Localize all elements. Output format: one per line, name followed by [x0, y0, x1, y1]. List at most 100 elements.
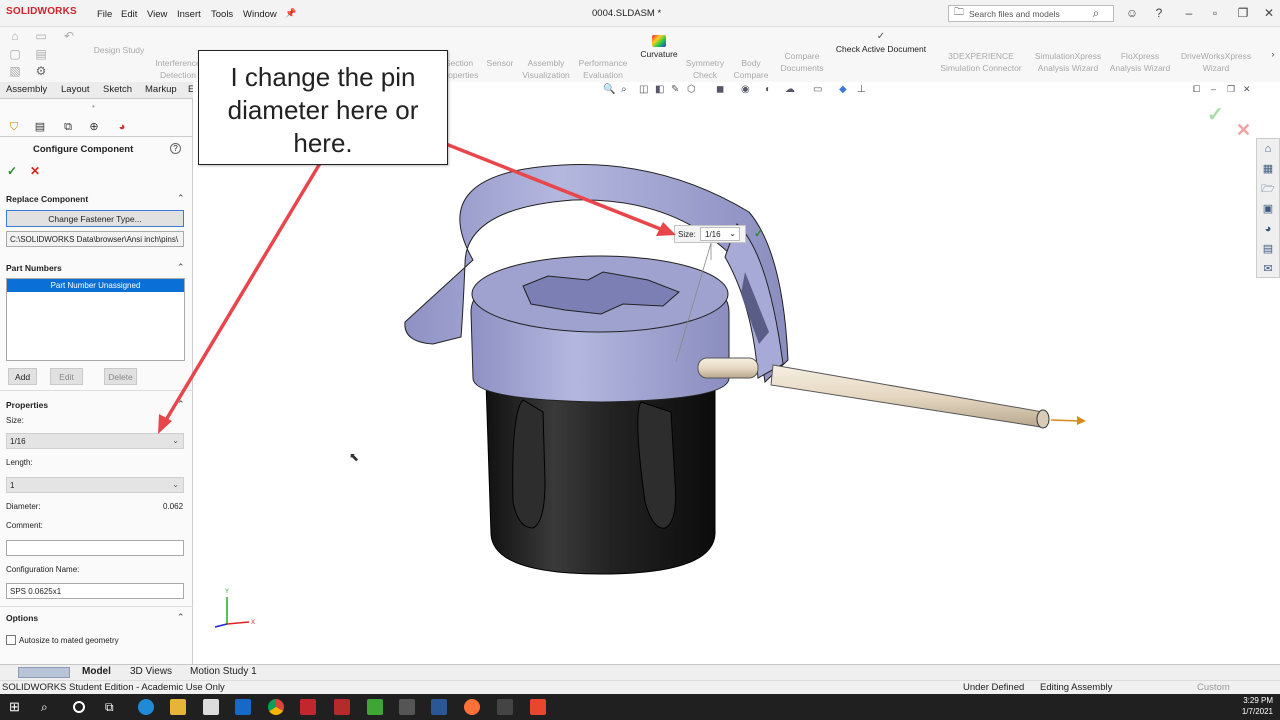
new-icon[interactable]: ▢	[8, 47, 22, 61]
home-icon[interactable]: ⌂	[8, 29, 22, 43]
cmd-compare-documents[interactable]: Compare Documents	[776, 50, 828, 74]
tab-sketch[interactable]: Sketch	[103, 84, 132, 95]
menu-view[interactable]: View	[147, 9, 167, 20]
cmd-design-study[interactable]: Design Study	[88, 44, 150, 56]
size-popup-select[interactable]: 1/16 ⌄	[700, 227, 740, 241]
cmd-check-active-document[interactable]: ✓ Check Active Document	[830, 31, 932, 55]
chrome-icon[interactable]	[268, 699, 284, 715]
fastener-path-field[interactable]: C:\SOLIDWORKS Data\browser\Ansi inch\pin…	[6, 231, 184, 247]
edge-icon[interactable]	[138, 699, 154, 715]
size-select[interactable]: 1/16 ⌄	[6, 433, 184, 449]
tab-model[interactable]: Model	[82, 666, 111, 677]
cancel-x-icon[interactable]: ✕	[30, 164, 40, 178]
cmd-symmetry-check[interactable]: Symmetry Check	[683, 57, 727, 81]
restore-doc-icon[interactable]: ❐	[1236, 6, 1250, 20]
collapse-icon[interactable]: ⌃	[177, 193, 185, 204]
collapse-icon[interactable]: ⌃	[177, 399, 185, 410]
pin-icon[interactable]: 📌	[284, 6, 298, 20]
tab-assembly[interactable]: Assembly	[6, 84, 47, 95]
user-icon[interactable]: ☺	[1125, 6, 1139, 20]
replace-component-header[interactable]: Replace Component	[6, 194, 88, 204]
save-icon[interactable]: ▭	[34, 29, 48, 43]
collapse-icon[interactable]: ⌃	[177, 612, 185, 623]
length-select[interactable]: 1 ⌄	[6, 477, 184, 493]
clock-time[interactable]: 3:29 PM	[1229, 696, 1273, 705]
part-numbers-header[interactable]: Part Numbers	[6, 263, 62, 273]
creo-icon[interactable]	[530, 699, 546, 715]
comment-field[interactable]	[6, 540, 184, 556]
cmd-curvature[interactable]: Curvature	[634, 35, 684, 60]
menu-edit[interactable]: Edit	[121, 9, 137, 20]
change-fastener-type-button[interactable]: Change Fastener Type...	[6, 210, 184, 227]
task-view-icon[interactable]: ⧉	[105, 699, 121, 715]
autosize-checkbox[interactable]	[6, 635, 16, 645]
solidworks-taskbar-icon[interactable]	[300, 699, 316, 715]
undo-icon[interactable]: ↶	[62, 29, 76, 43]
file-explorer-icon[interactable]: 🗁	[1257, 179, 1279, 199]
cmd-driveworksxpress[interactable]: DriveWorksXpress Wizard	[1176, 50, 1256, 74]
cmd-sensor[interactable]: Sensor	[484, 57, 516, 69]
edit-button[interactable]: Edit	[50, 368, 83, 385]
acrobat-icon[interactable]	[497, 699, 513, 715]
configuration-manager-icon[interactable]: ⧉	[60, 120, 76, 134]
gear-icon[interactable]: ⚙	[34, 64, 48, 78]
part-numbers-list[interactable]: Part Number Unassigned	[6, 278, 185, 361]
collapse-icon[interactable]: ⌃	[177, 262, 185, 273]
view-palette-icon[interactable]: ▣	[1257, 199, 1279, 219]
add-button[interactable]: Add	[8, 368, 37, 385]
menu-window[interactable]: Window	[243, 9, 277, 20]
store-icon[interactable]	[203, 699, 219, 715]
delete-button[interactable]: Delete	[104, 368, 137, 385]
dimxpert-icon[interactable]: ⊕	[86, 120, 102, 134]
properties-header[interactable]: Properties	[6, 400, 48, 410]
display-manager-icon[interactable]: ◕	[114, 120, 130, 134]
camtasia-icon[interactable]	[367, 699, 383, 715]
cmd-simulationxpress[interactable]: SimulationXpress Analysis Wizard	[1030, 50, 1106, 74]
menu-tools[interactable]: Tools	[211, 9, 233, 20]
tab-markup[interactable]: Markup	[145, 84, 177, 95]
custom-properties-icon[interactable]: ▤	[1257, 239, 1279, 259]
minimize-icon[interactable]: –	[1182, 6, 1196, 20]
search-icon[interactable]: ⌕	[41, 699, 57, 715]
configuration-name-field[interactable]: SPS 0.0625x1	[6, 583, 184, 599]
ok-check-icon[interactable]: ✓	[7, 164, 17, 178]
resources-icon[interactable]: ▦	[1257, 159, 1279, 179]
file-explorer-icon[interactable]	[170, 699, 186, 715]
select-icon[interactable]: ▧	[8, 64, 22, 78]
assembly-model[interactable]: Y X	[193, 82, 1255, 664]
tab-scroll-arrows-icon[interactable]	[18, 667, 70, 678]
property-manager-icon[interactable]: ▤	[32, 120, 48, 134]
close-icon[interactable]: ✕	[1262, 6, 1276, 20]
size-popup[interactable]: Size: 1/16 ⌄ ✓	[674, 225, 763, 243]
cmd-floxpress[interactable]: FloXpress Analysis Wizard	[1106, 50, 1174, 74]
tab-motion-study[interactable]: Motion Study 1	[190, 666, 257, 677]
home-icon[interactable]: ⌂	[1257, 139, 1279, 159]
clock-date[interactable]: 1/7/2021	[1229, 707, 1273, 716]
print-icon[interactable]: ▤	[34, 47, 48, 61]
tab-3d-views[interactable]: 3D Views	[130, 666, 172, 677]
camera-icon[interactable]	[399, 699, 415, 715]
outlook-icon[interactable]	[235, 699, 251, 715]
cmd-3dexperience-connector[interactable]: 3DEXPERIENCE Simulation Connector	[934, 50, 1028, 74]
firefox-icon[interactable]	[464, 699, 480, 715]
word-icon[interactable]	[431, 699, 447, 715]
graphics-area[interactable]: 🔍 ⌕ ◫ ◧ ✎ ⬡ ◼ ◉ ◐ ☁ ▭ ◆ ⊥ ⧠ – ❐ ✕ ✓ ✕ Y …	[193, 82, 1255, 664]
panel-grip-icon[interactable]: •	[92, 102, 95, 111]
cmd-body-compare[interactable]: Body Compare	[728, 57, 774, 81]
restore-icon[interactable]: ▫	[1208, 6, 1222, 20]
menu-insert[interactable]: Insert	[177, 9, 201, 20]
menu-file[interactable]: File	[97, 9, 112, 20]
cmd-performance-evaluation[interactable]: Performance Evaluation	[575, 57, 631, 81]
cortana-icon[interactable]	[73, 701, 85, 713]
cmd-assembly-visualization[interactable]: Assembly Visualization	[518, 57, 574, 81]
windows-start-icon[interactable]: ⊞	[9, 699, 25, 715]
appearances-icon[interactable]: ◕	[1257, 219, 1279, 239]
options-header[interactable]: Options	[6, 613, 38, 623]
help-icon[interactable]: ?	[170, 143, 181, 154]
search-icon[interactable]: ⌕	[1089, 6, 1103, 20]
status-units[interactable]: Custom	[1197, 682, 1230, 693]
scroll-right-icon[interactable]: ›	[1266, 47, 1280, 61]
list-item[interactable]: Part Number Unassigned	[7, 279, 184, 292]
solidworks-alt-icon[interactable]	[334, 699, 350, 715]
accept-check-icon[interactable]: ✓	[754, 227, 763, 240]
